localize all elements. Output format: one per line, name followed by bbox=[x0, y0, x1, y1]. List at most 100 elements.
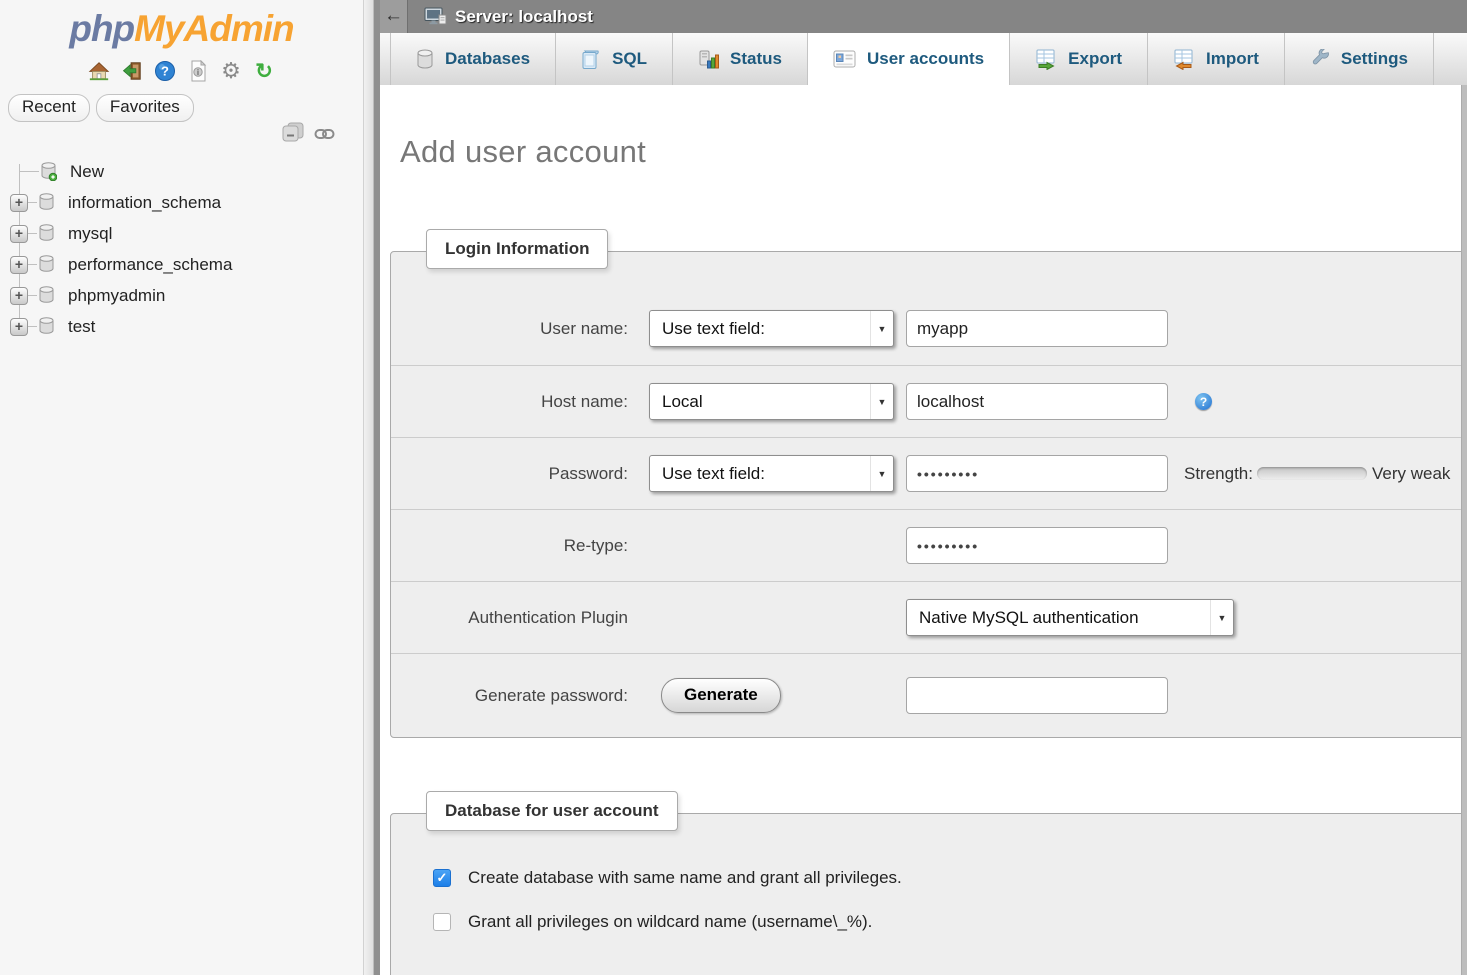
sidebar-item-test[interactable]: + test bbox=[0, 311, 363, 342]
database-icon bbox=[38, 286, 55, 305]
password-type-select[interactable]: Use text field: ▼ bbox=[649, 455, 894, 492]
tree-item-label: mysql bbox=[68, 224, 112, 244]
password-row: Password: Use text field: ▼ Strength: Ve… bbox=[391, 437, 1467, 509]
tree-item-label: New bbox=[70, 162, 104, 182]
username-type-select[interactable]: Use text field: ▼ bbox=[649, 310, 894, 347]
retype-label: Re-type: bbox=[391, 536, 628, 556]
tree-item-label: test bbox=[68, 317, 95, 337]
username-input[interactable] bbox=[906, 310, 1168, 347]
hostname-input[interactable] bbox=[906, 383, 1168, 420]
logo-myadmin-text: MyAdmin bbox=[134, 8, 294, 49]
auth-plugin-select[interactable]: Native MySQL authentication ▼ bbox=[906, 599, 1234, 636]
checkbox-label: Grant all privileges on wildcard name (u… bbox=[468, 912, 872, 932]
chevron-down-icon: ▼ bbox=[870, 311, 893, 346]
recent-button[interactable]: Recent bbox=[8, 94, 90, 122]
auth-plugin-row: Authentication Plugin Native MySQL authe… bbox=[391, 581, 1467, 653]
tab-sql[interactable]: SQL bbox=[556, 33, 673, 85]
wrench-icon bbox=[1310, 49, 1330, 69]
database-icon bbox=[38, 317, 55, 336]
expand-plus-icon[interactable]: + bbox=[10, 318, 28, 336]
checkbox-list: ✓ Create database with same name and gra… bbox=[391, 814, 1467, 932]
sidebar-item-new-database[interactable]: New bbox=[0, 156, 363, 187]
import-icon bbox=[1173, 49, 1195, 70]
hostname-row: Host name: Local ▼ ? bbox=[391, 365, 1467, 437]
sql-icon bbox=[581, 49, 601, 70]
docs-icon[interactable]: i bbox=[186, 59, 210, 83]
logout-icon[interactable] bbox=[120, 59, 144, 83]
database-new-icon bbox=[40, 162, 57, 181]
tree-item-label: performance_schema bbox=[68, 255, 232, 275]
login-information-legend: Login Information bbox=[426, 229, 608, 269]
gear-icon[interactable]: ⚙ bbox=[219, 59, 243, 83]
tab-export[interactable]: Export bbox=[1010, 33, 1148, 85]
strength-label: Strength: bbox=[1184, 464, 1253, 484]
server-topbar: ← Server: localhost bbox=[380, 0, 1467, 33]
sidebar-item-phpmyadmin[interactable]: + phpmyadmin bbox=[0, 280, 363, 311]
password-label: Password: bbox=[391, 464, 628, 484]
expand-plus-icon[interactable]: + bbox=[10, 225, 28, 243]
retype-password-input[interactable] bbox=[906, 527, 1168, 564]
sidebar-toolbar: ? i ⚙ ↻ bbox=[0, 58, 363, 84]
username-label: User name: bbox=[391, 319, 628, 339]
sidebar-item-information-schema[interactable]: + information_schema bbox=[0, 187, 363, 218]
tab-status[interactable]: Status bbox=[673, 33, 808, 85]
sidebar-item-mysql[interactable]: + mysql bbox=[0, 218, 363, 249]
hostname-label: Host name: bbox=[391, 392, 628, 412]
home-icon[interactable] bbox=[87, 59, 111, 83]
status-icon bbox=[698, 49, 719, 69]
svg-text:i: i bbox=[197, 68, 199, 77]
database-list: + information_schema + mysql + performan… bbox=[0, 187, 363, 342]
server-icon bbox=[424, 7, 447, 26]
strength-meter bbox=[1257, 467, 1367, 480]
generated-password-input[interactable] bbox=[906, 677, 1168, 714]
tab-bar: Databases SQL Status User accounts Expor… bbox=[380, 33, 1467, 85]
help-icon[interactable]: ? bbox=[153, 59, 177, 83]
hide-sidebar-arrow-button[interactable]: ← bbox=[380, 0, 408, 33]
auth-plugin-label: Authentication Plugin bbox=[391, 608, 628, 628]
tab-import[interactable]: Import bbox=[1148, 33, 1285, 85]
phpmyadmin-logo[interactable]: phpMyAdmin bbox=[0, 0, 363, 50]
database-for-user-legend: Database for user account bbox=[426, 791, 678, 831]
generate-password-row: Generate password: Generate bbox=[391, 653, 1467, 737]
grant-wildcard-checkbox-row[interactable]: Grant all privileges on wildcard name (u… bbox=[433, 912, 1467, 932]
favorites-button[interactable]: Favorites bbox=[96, 94, 194, 122]
page-title: Add user account bbox=[400, 134, 1467, 170]
strength-text: Very weak bbox=[1372, 464, 1450, 484]
svg-text:?: ? bbox=[161, 64, 169, 79]
database-icon bbox=[38, 193, 55, 212]
tree-item-label: information_schema bbox=[68, 193, 221, 213]
link-with-main-panel-icon[interactable] bbox=[314, 125, 335, 145]
tab-databases[interactable]: Databases bbox=[390, 33, 556, 85]
reload-icon[interactable]: ↻ bbox=[252, 59, 276, 83]
password-input[interactable] bbox=[906, 455, 1168, 492]
create-database-checkbox-row[interactable]: ✓ Create database with same name and gra… bbox=[433, 868, 1467, 888]
tab-user-accounts[interactable]: User accounts bbox=[808, 33, 1010, 85]
expand-plus-icon[interactable]: + bbox=[10, 194, 28, 212]
login-information-fieldset: Login Information User name: Use text fi… bbox=[390, 251, 1467, 738]
hostname-type-select[interactable]: Local ▼ bbox=[649, 383, 894, 420]
main-scrollbar[interactable] bbox=[1461, 85, 1467, 975]
sidebar: phpMyAdmin ? i ⚙ ↻ Recent Favorites New + i… bbox=[0, 0, 363, 975]
breadcrumb-server[interactable]: Server: localhost bbox=[455, 7, 593, 27]
export-icon bbox=[1035, 49, 1057, 70]
expand-plus-icon[interactable]: + bbox=[10, 256, 28, 274]
database-icon bbox=[38, 255, 55, 274]
expand-plus-icon[interactable]: + bbox=[10, 287, 28, 305]
user-accounts-icon bbox=[833, 50, 856, 68]
grant-wildcard-checkbox[interactable] bbox=[433, 913, 451, 931]
sidebar-resize-divider[interactable] bbox=[363, 0, 380, 975]
generate-button[interactable]: Generate bbox=[661, 678, 781, 713]
tab-settings[interactable]: Settings bbox=[1285, 33, 1434, 85]
create-database-checkbox[interactable]: ✓ bbox=[433, 869, 451, 887]
chevron-down-icon: ▼ bbox=[1210, 600, 1233, 635]
checkbox-label: Create database with same name and grant… bbox=[468, 868, 902, 888]
password-strength: Strength: Very weak bbox=[1184, 464, 1450, 484]
collapse-all-icon[interactable] bbox=[282, 122, 305, 148]
generate-password-label: Generate password: bbox=[391, 686, 628, 706]
database-tree: New + information_schema + mysql + perfo… bbox=[0, 156, 363, 342]
sidebar-item-performance-schema[interactable]: + performance_schema bbox=[0, 249, 363, 280]
chevron-down-icon: ▼ bbox=[870, 456, 893, 491]
hostname-help-icon[interactable]: ? bbox=[1195, 393, 1212, 410]
retype-row: Re-type: bbox=[391, 509, 1467, 581]
databases-icon bbox=[416, 49, 434, 69]
